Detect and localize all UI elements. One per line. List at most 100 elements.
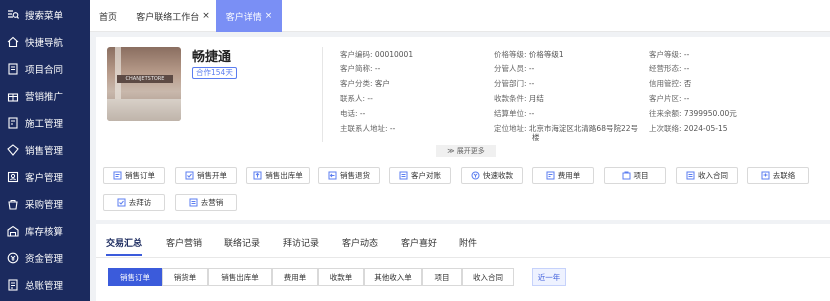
search-menu-icon [7, 9, 19, 21]
tab-label: 首页 [98, 12, 117, 23]
action-go-marketing-button[interactable]: 去营销 [175, 194, 237, 211]
action-sales-invoice-button[interactable]: 销售开单 [175, 167, 237, 184]
sidebar-item-label: 营销推广 [25, 92, 64, 103]
invoice-icon [185, 171, 194, 180]
sidebar-item-marketing[interactable]: 营销推广 [0, 83, 90, 109]
sidebar-item-purchase[interactable]: 采购管理 [0, 191, 90, 217]
sidebar-item-project-contract[interactable]: 项目合同 [0, 56, 90, 82]
inventory-icon [7, 225, 19, 237]
action-go-visit-button[interactable]: 去拜访 [103, 194, 165, 211]
tab-customer-marketing[interactable]: 客户营销 [166, 236, 202, 249]
sidebar-item-ledger[interactable]: 总账管理 [0, 272, 90, 298]
tab-customer-preferences[interactable]: 客户喜好 [401, 236, 437, 249]
ledger-icon [7, 279, 19, 291]
cooperation-badge: 合作154天 [192, 67, 237, 79]
expense-icon [546, 171, 555, 180]
visit-icon [117, 198, 126, 207]
action-sales-return-button[interactable]: 销售退货 [318, 167, 380, 184]
info-price-level: 价格等级: 价格等级1 [494, 50, 564, 59]
subtab-expense[interactable]: 费用单 [272, 268, 318, 286]
close-icon[interactable]: × [202, 11, 210, 21]
fund-icon [7, 252, 19, 264]
info-last-contact: 上次联络: 2024-05-15 [649, 124, 728, 133]
sidebar-item-search-menu[interactable]: 搜索菜单 [0, 2, 90, 28]
sidebar-item-label: 库存核算 [25, 227, 64, 238]
outbound-icon [253, 171, 262, 180]
income-contract-icon [686, 171, 695, 180]
action-expense-button[interactable]: 费用单 [532, 167, 594, 184]
gift-icon [7, 90, 19, 102]
info-balance: 往来余额: 7399950.00元 [649, 109, 737, 118]
marketing-icon [189, 198, 198, 207]
action-customer-reconcile-button[interactable]: 客户对账 [389, 167, 451, 184]
info-location-address-cont: 楼 [532, 133, 540, 142]
sidebar: 搜索菜单 快捷导航 项目合同 营销推广 施工管理 销售管理 客户管理 采购管理 … [0, 0, 90, 301]
info-staff: 分管人员: -- [494, 64, 535, 73]
action-income-contract-button[interactable]: 收入合同 [676, 167, 738, 184]
customer-icon [7, 171, 19, 183]
tab-contact-records[interactable]: 联络记录 [224, 236, 260, 249]
sidebar-item-label: 销售管理 [25, 146, 64, 157]
action-quick-payment-button[interactable]: 快速收款 [461, 167, 523, 184]
period-last-year-button[interactable]: 近一年 [532, 268, 566, 286]
tab-transaction-summary[interactable]: 交易汇总 [106, 236, 142, 249]
subtab-income-contract[interactable]: 收入合同 [462, 268, 514, 286]
home-icon [7, 36, 19, 48]
sidebar-item-inventory[interactable]: 库存核算 [0, 218, 90, 244]
info-business-form: 经营形态: -- [649, 64, 690, 73]
tab-label: 客户详情 [225, 12, 262, 23]
info-customer-code: 客户编码: 00010001 [340, 50, 414, 59]
info-contact-address: 主联系人地址: -- [340, 124, 396, 133]
subtab-project[interactable]: 项目 [422, 268, 462, 286]
subtab-sales-outbound[interactable]: 销售出库单 [208, 268, 272, 286]
action-project-button[interactable]: 项目 [604, 167, 666, 184]
subtab-receipt[interactable]: 收款单 [318, 268, 364, 286]
sidebar-item-customer[interactable]: 客户管理 [0, 164, 90, 190]
purchase-icon [7, 198, 19, 210]
payment-icon [471, 171, 480, 180]
sidebar-item-label: 资金管理 [25, 254, 64, 265]
action-sales-outbound-button[interactable]: 销售出库单 [246, 167, 310, 184]
tab-bar: 首页 客户联络工作台 × 客户详情 × [90, 0, 830, 32]
construction-icon [7, 117, 19, 129]
sidebar-item-fund[interactable]: 资金管理 [0, 245, 90, 271]
info-phone: 电话: -- [340, 109, 366, 118]
expand-more-button[interactable]: ≫ 展开更多 [436, 145, 496, 157]
info-customer-category: 客户分类: 客户 [340, 79, 390, 88]
contract-icon [7, 63, 19, 75]
customer-card: CHANJETSTORE 畅捷通 合作154天 客户编码: 00010001 客… [96, 37, 830, 220]
info-customer-short-name: 客户简称: -- [340, 64, 381, 73]
divider [322, 47, 323, 142]
info-credit-control: 信用管控: 否 [649, 79, 692, 88]
sidebar-item-quick-nav[interactable]: 快捷导航 [0, 29, 90, 55]
sidebar-item-label: 快捷导航 [25, 38, 64, 49]
sidebar-item-construction[interactable]: 施工管理 [0, 110, 90, 136]
info-contact-person: 联系人: -- [340, 94, 373, 103]
tab-attachments[interactable]: 附件 [459, 236, 477, 249]
tab-customer-updates[interactable]: 客户动态 [342, 236, 378, 249]
info-customer-region: 客户片区: -- [649, 94, 690, 103]
tab-customer-contact-workbench[interactable]: 客户联络工作台 × [130, 0, 216, 32]
subtab-other-income[interactable]: 其他收入单 [364, 268, 422, 286]
info-department: 分管部门: -- [494, 79, 535, 88]
tab-home[interactable]: 首页 [90, 0, 126, 32]
tab-label: 客户联络工作台 [136, 12, 200, 23]
sales-icon [7, 144, 19, 156]
sidebar-item-sales[interactable]: 销售管理 [0, 137, 90, 163]
customer-photo: CHANJETSTORE [107, 47, 181, 121]
tab-customer-detail[interactable]: 客户详情 × [216, 0, 282, 32]
store-sign: CHANJETSTORE [117, 75, 173, 83]
sidebar-item-label: 搜索菜单 [25, 11, 64, 22]
return-icon [328, 171, 337, 180]
customer-name: 畅捷通 [192, 50, 232, 65]
action-sales-order-button[interactable]: 销售订单 [103, 167, 165, 184]
close-icon[interactable]: × [265, 11, 273, 21]
subtab-sales-slip[interactable]: 销货单 [162, 268, 208, 286]
chevron-down-icon: ≫ [447, 147, 455, 155]
active-tab-indicator [106, 254, 142, 256]
info-payment-terms: 收款条件: 月结 [494, 94, 544, 103]
tab-visit-records[interactable]: 拜访记录 [283, 236, 319, 249]
sidebar-item-label: 总账管理 [25, 281, 64, 292]
subtab-sales-order[interactable]: 销售订单 [108, 268, 162, 286]
action-go-contact-button[interactable]: 去联络 [747, 167, 809, 184]
